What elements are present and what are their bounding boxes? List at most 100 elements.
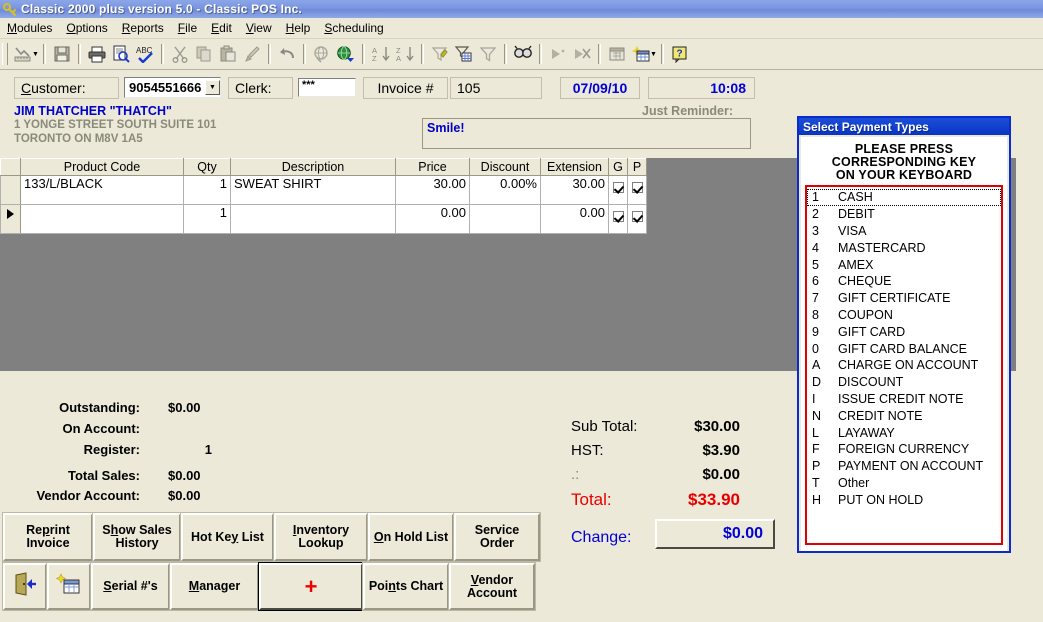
print-preview-icon[interactable] [109, 42, 133, 66]
checkbox-checked-icon[interactable] [612, 210, 624, 222]
cell-discount[interactable]: 0.00% [469, 175, 541, 205]
column-header-extension[interactable]: Extension [540, 158, 609, 176]
table-row[interactable]: 1 0.00 0.00 [0, 204, 647, 234]
payment-type-item[interactable]: 1 CASH [807, 189, 1001, 206]
service-order-button[interactable]: Service Order [453, 512, 541, 562]
chevron-down-icon[interactable]: ▼ [32, 51, 39, 58]
payment-type-item[interactable]: 4 MASTERCARD [807, 239, 1001, 256]
cell-qty[interactable]: 1 [183, 175, 231, 205]
checkbox-checked-icon[interactable] [612, 181, 624, 193]
column-header-p[interactable]: P [627, 158, 647, 176]
new-object-icon[interactable] [605, 42, 629, 66]
clerk-input[interactable]: *** [298, 78, 356, 97]
toolbar-grip[interactable] [2, 43, 8, 65]
vendor-account-button[interactable]: Vendor Account [448, 562, 536, 611]
copy-icon[interactable] [192, 42, 216, 66]
row-selector-current[interactable] [0, 204, 21, 234]
menu-scheduling[interactable]: Scheduling [317, 19, 390, 37]
column-header-description[interactable]: Description [230, 158, 396, 176]
print-icon[interactable] [85, 42, 109, 66]
cell-price[interactable]: 0.00 [395, 204, 470, 234]
show-sales-history-button[interactable]: Show Sales History [92, 512, 182, 562]
column-header-price[interactable]: Price [395, 158, 470, 176]
cell-product-code[interactable]: 133/L/BLACK [20, 175, 184, 205]
cell-g-checkbox[interactable] [608, 204, 628, 234]
payment-type-item[interactable]: 9 GIFT CARD [807, 323, 1001, 340]
reprint-invoice-button[interactable]: Reprint Invoice [2, 512, 94, 562]
menu-file[interactable]: File [171, 19, 204, 37]
points-chart-button[interactable]: Points Chart [362, 562, 450, 611]
on-hold-list-button[interactable]: On Hold List [367, 512, 455, 562]
payment-type-item[interactable]: 2 DEBIT [807, 206, 1001, 223]
cell-discount[interactable] [469, 204, 541, 234]
menu-help[interactable]: Help [279, 19, 318, 37]
cut-icon[interactable] [168, 42, 192, 66]
payment-type-item[interactable]: 7 GIFT CERTIFICATE [807, 290, 1001, 307]
payment-type-item[interactable]: 0 GIFT CARD BALANCE [807, 340, 1001, 357]
stop-run-icon[interactable] [570, 42, 594, 66]
cell-product-code[interactable] [20, 204, 184, 234]
web-icon[interactable] [334, 42, 358, 66]
filter-icon[interactable] [476, 42, 500, 66]
hyperlink-icon[interactable] [310, 42, 334, 66]
payment-type-item[interactable]: H PUT ON HOLD [807, 491, 1001, 508]
column-header-selector[interactable] [0, 158, 21, 176]
payment-type-item[interactable]: 6 CHEQUE [807, 273, 1001, 290]
chevron-down-icon[interactable]: ▼ [650, 51, 657, 58]
payment-type-item[interactable]: 8 COUPON [807, 307, 1001, 324]
cell-p-checkbox[interactable] [627, 175, 647, 205]
find-icon[interactable] [511, 42, 535, 66]
exit-button[interactable] [2, 562, 48, 611]
serial-numbers-button[interactable]: Serial #'s [90, 562, 171, 611]
add-item-button[interactable]: + [258, 562, 364, 611]
payment-type-item[interactable]: I ISSUE CREDIT NOTE [807, 391, 1001, 408]
spellcheck-icon[interactable]: ABC [133, 42, 157, 66]
inventory-lookup-button[interactable]: Inventory Lookup [273, 512, 369, 562]
manager-button[interactable]: Manager [169, 562, 260, 611]
cell-price[interactable]: 30.00 [395, 175, 470, 205]
cell-extension[interactable]: 0.00 [540, 204, 609, 234]
run-icon[interactable] [546, 42, 570, 66]
cell-extension[interactable]: 30.00 [540, 175, 609, 205]
payment-type-item[interactable]: F FOREIGN CURRENCY [807, 441, 1001, 458]
checkbox-checked-icon[interactable] [631, 181, 643, 193]
format-painter-icon[interactable] [240, 42, 264, 66]
payment-type-item[interactable]: 5 AMEX [807, 256, 1001, 273]
menu-options[interactable]: Options [59, 19, 114, 37]
payment-type-item[interactable]: L LAYAWAY [807, 424, 1001, 441]
checkbox-checked-icon[interactable] [631, 210, 643, 222]
payment-type-item[interactable]: 3 VISA [807, 223, 1001, 240]
cell-p-checkbox[interactable] [627, 204, 647, 234]
payment-types-list[interactable]: 1 CASH 2 DEBIT 3 VISA 4 MASTERCARD 5 AMEX 6 CHEQUE 7… [805, 185, 1003, 545]
payment-type-item[interactable]: T Other [807, 475, 1001, 492]
menu-view[interactable]: View [239, 19, 279, 37]
invoice-number-field[interactable]: 105 [450, 77, 542, 99]
payment-type-item[interactable]: D DISCOUNT [807, 374, 1001, 391]
menu-reports[interactable]: Reports [115, 19, 171, 37]
menu-modules[interactable]: Modules [0, 19, 59, 37]
cell-description[interactable] [230, 204, 396, 234]
sort-descending-icon[interactable]: Z A [393, 42, 417, 66]
cell-g-checkbox[interactable] [608, 175, 628, 205]
column-header-g[interactable]: G [608, 158, 628, 176]
hot-key-list-button[interactable]: Hot Key List [180, 512, 275, 562]
customer-dropdown-button[interactable]: ▼ [205, 80, 220, 95]
sort-ascending-icon[interactable]: A Z [369, 42, 393, 66]
menu-edit[interactable]: Edit [204, 19, 239, 37]
column-header-discount[interactable]: Discount [469, 158, 541, 176]
payment-type-item[interactable]: A CHARGE ON ACCOUNT [807, 357, 1001, 374]
save-icon[interactable] [50, 42, 74, 66]
column-header-product-code[interactable]: Product Code [20, 158, 184, 176]
autofilter-icon[interactable] [428, 42, 452, 66]
help-icon[interactable]: ? [668, 42, 692, 66]
payment-type-item[interactable]: P PAYMENT ON ACCOUNT [807, 458, 1001, 475]
undo-icon[interactable] [275, 42, 299, 66]
table-row[interactable]: 133/L/BLACK 1 SWEAT SHIRT 30.00 0.00% 30… [0, 175, 647, 205]
row-selector[interactable] [0, 175, 21, 205]
cell-qty[interactable]: 1 [183, 204, 231, 234]
cell-description[interactable]: SWEAT SHIRT [230, 175, 396, 205]
column-header-qty[interactable]: Qty [183, 158, 231, 176]
reminder-textbox[interactable]: Smile! [422, 118, 751, 149]
payment-type-item[interactable]: N CREDIT NOTE [807, 407, 1001, 424]
filter-grid-icon[interactable] [452, 42, 476, 66]
